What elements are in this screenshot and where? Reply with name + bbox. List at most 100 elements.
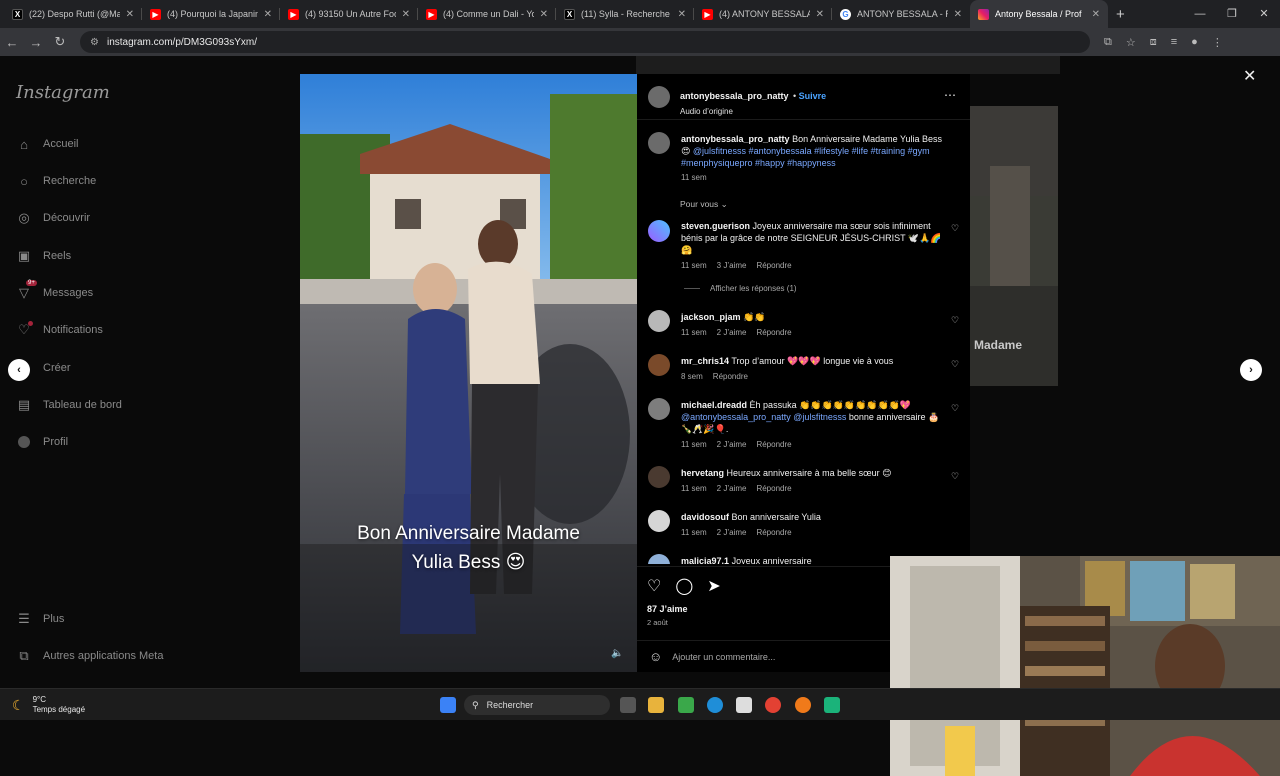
comment-item: michael.dreadd Èh passuka 👏👏👏👏👏👏👏👏👏💖 @an…	[681, 400, 940, 434]
browser-tab-active[interactable]: Antony Bessala / Prof ✕	[970, 0, 1108, 28]
extensions-icon[interactable]: ⧈	[1150, 36, 1157, 49]
volume-icon[interactable]: 🔈	[611, 648, 623, 659]
video-frame	[300, 74, 637, 672]
show-replies-link[interactable]: Afficher les réponses (1)	[684, 284, 797, 293]
share-icon[interactable]: ➤	[707, 576, 720, 596]
audio-label[interactable]: Audio d’origine	[680, 107, 826, 116]
media-controls-icon[interactable]: ≡	[1171, 36, 1177, 49]
task-view-icon[interactable]	[620, 697, 636, 713]
weather-widget[interactable]: ☾ 9°C Temps dégagé	[12, 695, 85, 715]
close-tab-icon[interactable]: ✕	[540, 9, 548, 20]
chrome-icon[interactable]	[765, 697, 781, 713]
profile-icon	[16, 434, 32, 450]
next-post-arrow-icon[interactable]: ›	[1240, 359, 1262, 381]
minimize-icon[interactable]: —	[1184, 0, 1216, 28]
like-comment-icon[interactable]: ♡	[951, 223, 959, 234]
browser-tab[interactable]: X(22) Despo Rutti (@Majste✕	[4, 0, 142, 28]
edge-icon[interactable]	[707, 697, 723, 713]
close-tab-icon[interactable]: ✕	[264, 9, 272, 20]
youtube-icon: ▶	[288, 8, 299, 20]
like-comment-icon[interactable]: ♡	[951, 315, 959, 326]
post-video[interactable]: Bon Anniversaire Madame Yulia Bess 😍 🔈	[300, 74, 637, 672]
sidebar-item-recherche[interactable]: ○ Recherche	[16, 173, 96, 189]
browser-tab[interactable]: ▶(4) Pourquoi la Japanimat✕	[142, 0, 280, 28]
follow-button[interactable]: Suivre	[799, 91, 827, 101]
for-you-filter[interactable]: Pour vous ⌄	[680, 199, 728, 210]
close-tab-icon[interactable]: ✕	[816, 9, 824, 20]
cast-icon[interactable]: ⧉	[1104, 36, 1112, 49]
like-count[interactable]: 87 J’aime	[647, 604, 688, 614]
commenter-avatar[interactable]	[648, 220, 670, 242]
back-icon[interactable]: ←	[0, 35, 24, 50]
like-icon[interactable]: ♡	[647, 576, 661, 596]
emoji-icon[interactable]: ☺	[649, 649, 662, 664]
file-explorer-icon[interactable]	[648, 697, 664, 713]
new-tab-button[interactable]: +	[1116, 6, 1125, 23]
app-icon[interactable]	[824, 697, 840, 713]
x-logo-icon: X	[564, 8, 575, 20]
sidebar-item-messages[interactable]: ▽ 9+ Messages	[16, 280, 93, 301]
post-actions: ♡ ◯ ➤	[647, 576, 721, 596]
window-controls: — ❐ ✕	[1184, 0, 1280, 28]
like-comment-icon[interactable]: ♡	[951, 359, 959, 370]
notification-dot	[28, 321, 33, 326]
youtube-icon: ▶	[702, 8, 713, 20]
firefox-icon[interactable]	[795, 697, 811, 713]
previous-post-arrow-icon[interactable]: ‹	[8, 359, 30, 381]
restore-icon[interactable]: ❐	[1216, 0, 1248, 28]
browser-tab[interactable]: X(11) Sylla - Recherche / X✕	[556, 0, 694, 28]
url-field[interactable]: ⚙ instagram.com/p/DM3G093sYxm/	[80, 31, 1090, 53]
comment-icon[interactable]: ◯	[675, 576, 693, 596]
store-icon[interactable]	[736, 697, 752, 713]
instagram-sidebar: Instagram ⌂ Accueil ○ Recherche ◎ Découvrir…	[0, 56, 230, 688]
browser-tab[interactable]: ▶(4) 93150 Un Autre Footb✕	[280, 0, 418, 28]
search-icon: ○	[20, 173, 28, 189]
sidebar-item-notifications[interactable]: ♡ Notifications	[16, 321, 103, 338]
comment-meta: 8 sem Répondre	[681, 372, 748, 381]
commenter-avatar[interactable]	[648, 510, 670, 532]
close-tab-icon[interactable]: ✕	[1092, 9, 1100, 20]
site-info-icon[interactable]: ⚙	[90, 37, 99, 48]
like-comment-icon[interactable]: ♡	[951, 403, 959, 414]
add-comment-input[interactable]: Ajouter un commentaire...	[672, 652, 775, 662]
browser-tab[interactable]: ▶(4) ANTONY BESSALA : Bl✕	[694, 0, 832, 28]
youtube-icon: ▶	[150, 8, 161, 20]
compass-icon: ◎	[18, 210, 30, 225]
sidebar-item-tableau-de-bord[interactable]: ▤ Tableau de bord	[16, 397, 122, 413]
close-tab-icon[interactable]: ✕	[402, 9, 410, 20]
bookmark-star-icon[interactable]: ☆	[1126, 36, 1136, 49]
commenter-avatar[interactable]	[648, 554, 670, 564]
profile-icon[interactable]: ●	[1191, 36, 1198, 49]
menu-icon[interactable]: ⋮	[1212, 36, 1223, 49]
sidebar-item-accueil[interactable]: ⌂ Accueil	[16, 136, 78, 152]
sidebar-item-profil[interactable]: Profil	[16, 434, 68, 450]
sidebar-item-reels[interactable]: ▣ Reels	[16, 248, 71, 264]
browser-tab[interactable]: GANTONY BESSALA - Rech✕	[832, 0, 970, 28]
instagram-logo[interactable]: Instagram	[16, 82, 110, 103]
xbox-icon[interactable]	[678, 697, 694, 713]
close-window-icon[interactable]: ✕	[1248, 0, 1280, 28]
windows-start-icon[interactable]	[440, 697, 456, 713]
close-modal-icon[interactable]: ✕	[1243, 66, 1256, 86]
close-tab-icon[interactable]: ✕	[954, 9, 962, 20]
more-options-icon[interactable]: ⋯	[944, 88, 956, 102]
reload-icon[interactable]: ↻	[48, 34, 72, 50]
meta-apps-icon: ⧉	[19, 648, 29, 663]
author-avatar[interactable]	[648, 86, 670, 108]
sidebar-item-plus[interactable]: ☰ Plus	[16, 611, 64, 627]
close-tab-icon[interactable]: ✕	[126, 9, 134, 20]
author-avatar-small[interactable]	[648, 132, 670, 154]
taskbar-search[interactable]: ⚲ Rechercher	[464, 695, 610, 715]
commenter-avatar[interactable]	[648, 466, 670, 488]
sidebar-item-meta-apps[interactable]: ⧉ Autres applications Meta	[16, 648, 163, 664]
like-comment-icon[interactable]: ♡	[951, 471, 959, 482]
forward-icon[interactable]: →	[24, 35, 48, 50]
commenter-avatar[interactable]	[648, 398, 670, 420]
commenter-avatar[interactable]	[648, 310, 670, 332]
author-username[interactable]: antonybessala_pro_natty	[680, 91, 789, 101]
sidebar-item-decouvrir[interactable]: ◎ Découvrir	[16, 210, 90, 226]
close-tab-icon[interactable]: ✕	[678, 9, 686, 20]
commenter-avatar[interactable]	[648, 354, 670, 376]
instagram-icon	[978, 8, 989, 20]
browser-tab[interactable]: ▶(4) Comme un Dali - YouT✕	[418, 0, 556, 28]
